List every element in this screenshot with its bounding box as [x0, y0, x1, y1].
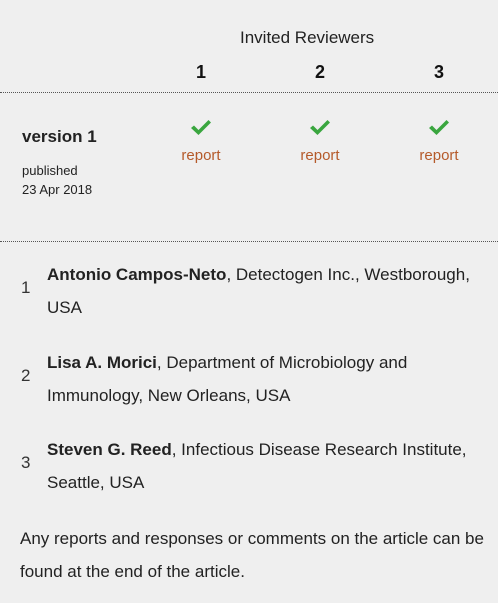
reviewer-name: Antonio Campos-Neto	[47, 265, 227, 284]
reviewer-number: 3	[21, 453, 31, 472]
reviewer-affiliation-text: Lisa A. Morici, Department of Microbiolo…	[47, 346, 492, 412]
check-icon	[191, 120, 211, 135]
invited-reviewers-title: Invited Reviewers	[240, 28, 375, 47]
check-icon	[429, 120, 449, 135]
reviewer-2-report-link[interactable]: report	[280, 147, 360, 164]
reviewer-column-3: 3	[433, 62, 444, 82]
version-title: version 1	[22, 127, 97, 146]
reviewer-affiliation-text: Steven G. Reed, Infectious Disease Resea…	[47, 433, 492, 499]
reviewer-name: Steven G. Reed	[47, 440, 172, 459]
published-label: published	[22, 163, 78, 178]
reviewer-2-status: report	[280, 119, 360, 164]
reviewer-3-status: report	[399, 119, 479, 164]
reviewer-affiliation-text: Antonio Campos-Neto, Detectogen Inc., We…	[47, 258, 492, 324]
published-info: published 23 Apr 2018	[22, 161, 92, 199]
published-date: 23 Apr 2018	[22, 182, 93, 197]
reviewer-column-1: 1	[195, 62, 206, 82]
version-row: version 1 published 23 Apr 2018 report r…	[0, 93, 498, 242]
reviewer-1-status: report	[161, 119, 241, 164]
reports-footer-note: Any reports and responses or comments on…	[20, 529, 484, 581]
reviewer-name: Lisa A. Morici	[47, 353, 157, 372]
reviewers-header: Invited Reviewers 1 2 3	[0, 0, 498, 93]
reviewer-3-report-link[interactable]: report	[399, 147, 479, 164]
check-icon	[310, 120, 330, 135]
reviewer-1-report-link[interactable]: report	[161, 147, 241, 164]
invited-reviewers-panel: Invited Reviewers 1 2 3 version 1 publis…	[0, 0, 498, 603]
reviewer-number: 1	[21, 278, 31, 297]
reviewer-column-2: 2	[314, 62, 325, 82]
reviewer-number: 2	[21, 366, 31, 385]
